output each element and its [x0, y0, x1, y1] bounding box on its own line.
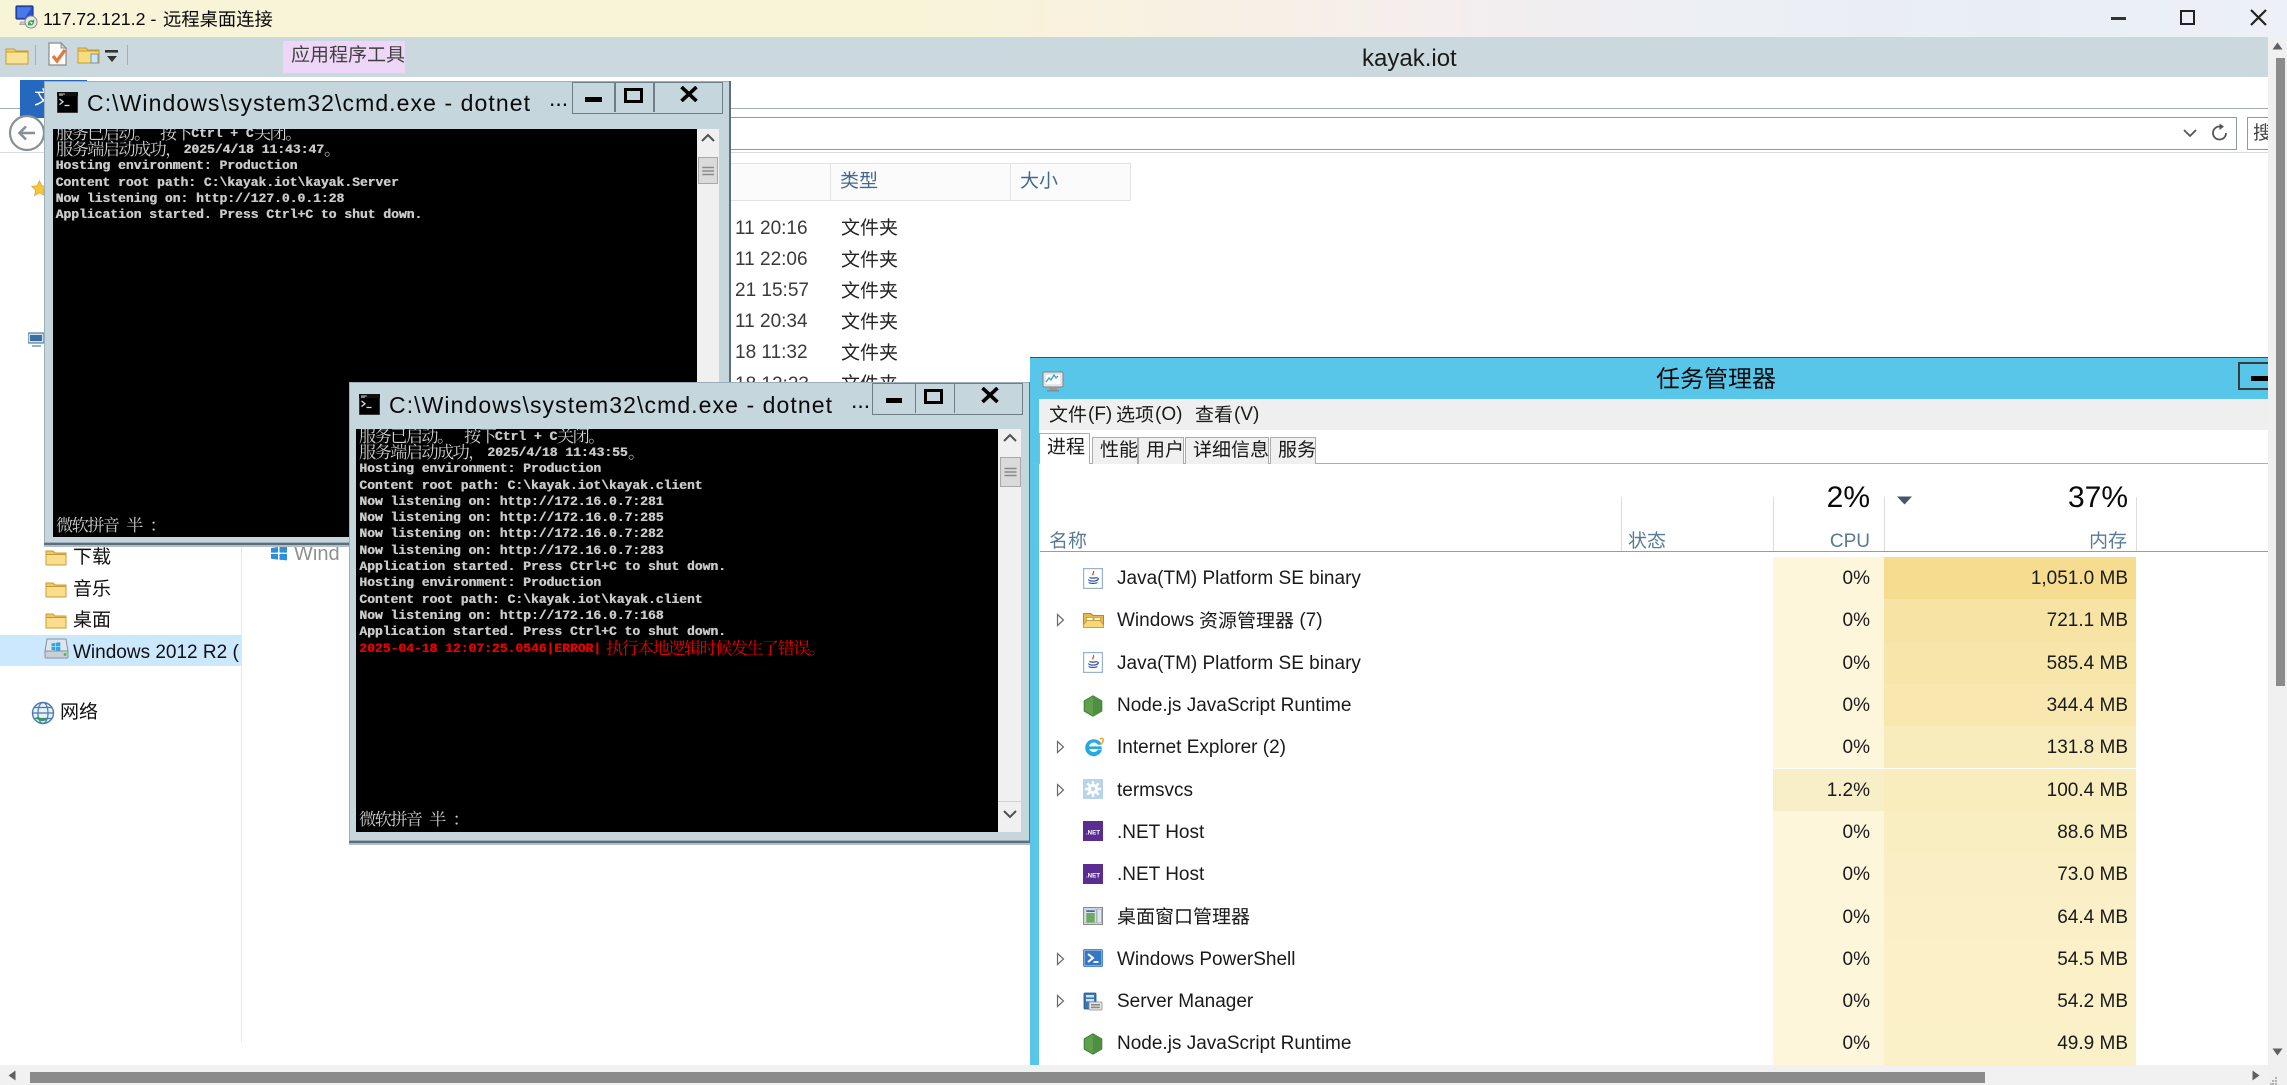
svg-text:.NET: .NET: [1086, 830, 1100, 837]
svg-text:.NET: .NET: [1086, 872, 1100, 879]
